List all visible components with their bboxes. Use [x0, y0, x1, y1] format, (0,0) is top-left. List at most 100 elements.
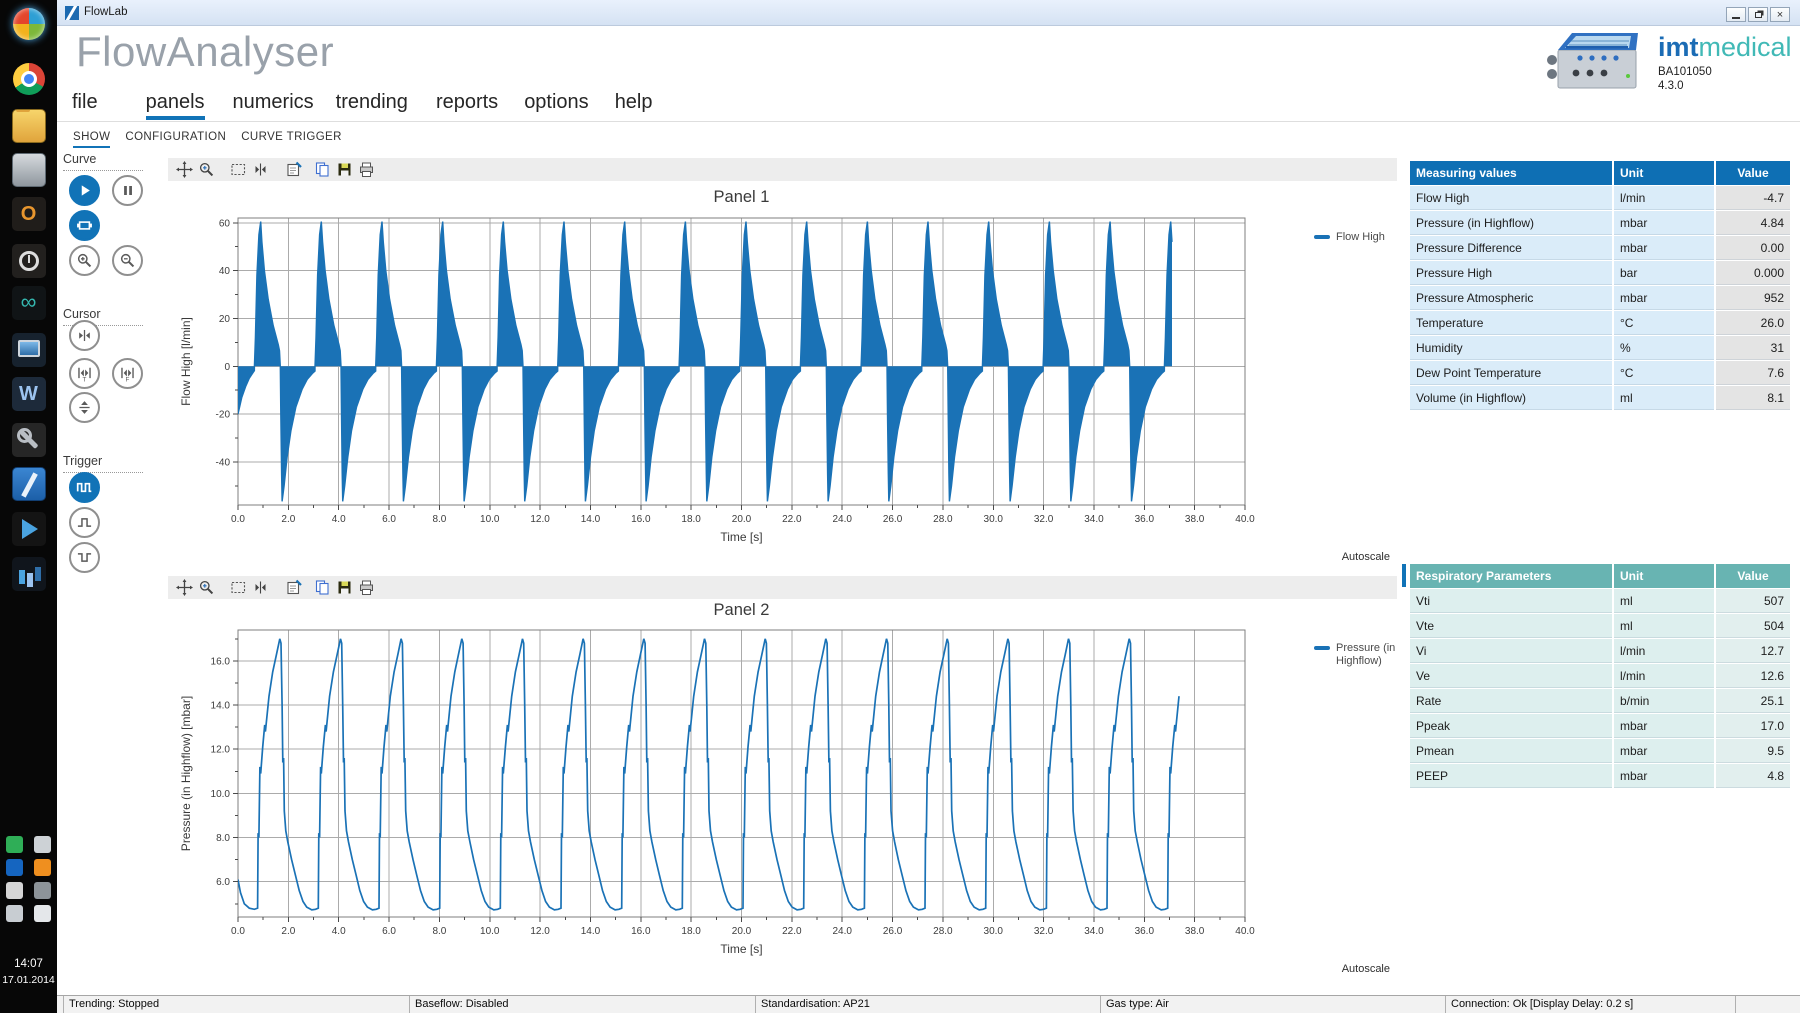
param-value: 25.1	[1716, 689, 1790, 713]
explorer-icon[interactable]	[7, 105, 50, 148]
menu-item-numerics[interactable]: numerics	[233, 91, 314, 120]
flowlab-app-icon	[65, 6, 79, 20]
param-unit: mbar	[1614, 764, 1714, 788]
close-button[interactable]: ×	[1770, 7, 1790, 22]
panel-title: Panel 1	[714, 188, 770, 206]
table-row: Pmeanmbar9.5	[1410, 739, 1790, 763]
remote-screen-icon[interactable]	[7, 329, 50, 372]
bluetooth-tray-icon[interactable]	[6, 859, 23, 876]
param-name: Humidity	[1410, 336, 1612, 360]
trigger-pulse-down-button[interactable]	[69, 542, 100, 573]
svg-text:6.0: 6.0	[382, 926, 396, 937]
param-name: Ppeak	[1410, 714, 1612, 738]
x-axis-label: Time [s]	[720, 942, 762, 956]
chrome-icon[interactable]	[7, 59, 50, 102]
panel1-autoscale-label: Autoscale	[1310, 551, 1390, 563]
save-icon[interactable]	[336, 161, 353, 178]
editor-icon[interactable]	[7, 553, 50, 596]
zoom-in-button[interactable]	[69, 245, 100, 276]
table-row: Vteml504	[1410, 614, 1790, 638]
param-value: 0.00	[1716, 236, 1790, 260]
svg-text:10.0: 10.0	[480, 514, 500, 525]
menu-item-panels[interactable]: panels	[146, 91, 205, 120]
measuring-values-table: Measuring valuesUnitValueFlow Highl/min-…	[1410, 160, 1790, 410]
param-name: Pmean	[1410, 739, 1612, 763]
status-baseflow: Baseflow: Disabled	[409, 996, 755, 1013]
zoom-icon[interactable]	[198, 161, 215, 178]
param-name: Vte	[1410, 614, 1612, 638]
param-value: 0.000	[1716, 261, 1790, 285]
param-unit: bar	[1614, 261, 1714, 285]
restore-button[interactable]	[1748, 7, 1768, 22]
media-icon[interactable]	[7, 508, 50, 551]
param-value: 504	[1716, 614, 1790, 638]
cursor-icon[interactable]	[252, 161, 269, 178]
cursor-up-down-button[interactable]	[69, 392, 100, 423]
properties-icon[interactable]	[286, 579, 303, 596]
network-tray-icon[interactable]	[6, 836, 23, 853]
svg-text:8.0: 8.0	[432, 514, 446, 525]
svg-text:12.0: 12.0	[530, 514, 550, 525]
word-icon[interactable]	[7, 373, 50, 416]
select-icon[interactable]	[230, 579, 247, 596]
alerts-tray-icon[interactable]	[34, 859, 51, 876]
trigger-wave-button[interactable]	[69, 472, 100, 503]
param-unit: mbar	[1614, 286, 1714, 310]
menu-item-file[interactable]: file	[72, 91, 98, 120]
table-row: Vel/min12.6	[1410, 664, 1790, 688]
cursor-icon[interactable]	[252, 579, 269, 596]
save-icon[interactable]	[336, 579, 353, 596]
timer-icon[interactable]	[7, 240, 50, 283]
param-name: Volume (in Highflow)	[1410, 386, 1612, 410]
print-icon[interactable]	[358, 579, 375, 596]
subtab-configuration[interactable]: CONFIGURATION	[125, 131, 226, 148]
cursor-left-right-t-button[interactable]: T	[69, 358, 100, 389]
pause-button[interactable]	[112, 175, 143, 206]
tools-icon[interactable]	[7, 419, 50, 462]
param-name: Flow High	[1410, 186, 1612, 210]
cursor-single-button[interactable]	[69, 320, 100, 351]
flow-loop-icon[interactable]	[7, 282, 50, 325]
svg-text:6.0: 6.0	[382, 514, 396, 525]
play-button[interactable]	[69, 175, 100, 206]
table-header-value: Value	[1716, 161, 1790, 185]
zoom-out-button[interactable]	[112, 245, 143, 276]
select-icon[interactable]	[230, 161, 247, 178]
cursor-left-right-f-button[interactable]: F	[112, 358, 143, 389]
updates-tray-icon[interactable]	[34, 836, 51, 853]
table-row: Vtiml507	[1410, 589, 1790, 613]
menu-item-trending[interactable]: trending	[336, 91, 408, 120]
subtab-show[interactable]: SHOW	[73, 131, 110, 148]
app-gray-icon[interactable]	[7, 149, 50, 192]
autoscale-button[interactable]	[69, 210, 100, 241]
move-icon[interactable]	[176, 579, 193, 596]
outlook-icon[interactable]	[7, 193, 50, 236]
windows-start-icon[interactable]	[7, 4, 50, 47]
menu-item-reports[interactable]: reports	[436, 91, 498, 120]
copy-icon[interactable]	[314, 161, 331, 178]
subtab-curve-trigger[interactable]: CURVE TRIGGER	[241, 131, 342, 148]
y-axis-label: Pressure (in Highflow) [mbar]	[179, 696, 193, 851]
brand-block: imtmedical BA101050 4.3.0	[1658, 34, 1792, 92]
eject-tray-icon[interactable]	[6, 882, 23, 899]
volume-tray-icon[interactable]	[34, 905, 51, 922]
param-unit: l/min	[1614, 186, 1714, 210]
param-value: 9.5	[1716, 739, 1790, 763]
signal-tray-icon[interactable]	[6, 905, 23, 922]
phone-tray-icon[interactable]	[34, 882, 51, 899]
explorer-glyph	[12, 109, 46, 143]
copy-icon[interactable]	[314, 579, 331, 596]
param-unit: °C	[1614, 311, 1714, 335]
menu-item-help[interactable]: help	[615, 91, 653, 120]
trigger-pulse-up-button[interactable]	[69, 507, 100, 538]
print-icon[interactable]	[358, 161, 375, 178]
properties-icon[interactable]	[286, 161, 303, 178]
flowlab-icon[interactable]	[7, 463, 50, 506]
table-row: Pressure (in Highflow)mbar4.84	[1410, 211, 1790, 235]
zoom-icon[interactable]	[198, 579, 215, 596]
menu-item-options[interactable]: options	[524, 91, 589, 120]
move-icon[interactable]	[176, 161, 193, 178]
svg-text:26.0: 26.0	[883, 514, 903, 525]
minimize-button[interactable]	[1726, 7, 1746, 22]
status-connection: Connection: Ok [Display Delay: 0.2 s]	[1445, 996, 1735, 1013]
